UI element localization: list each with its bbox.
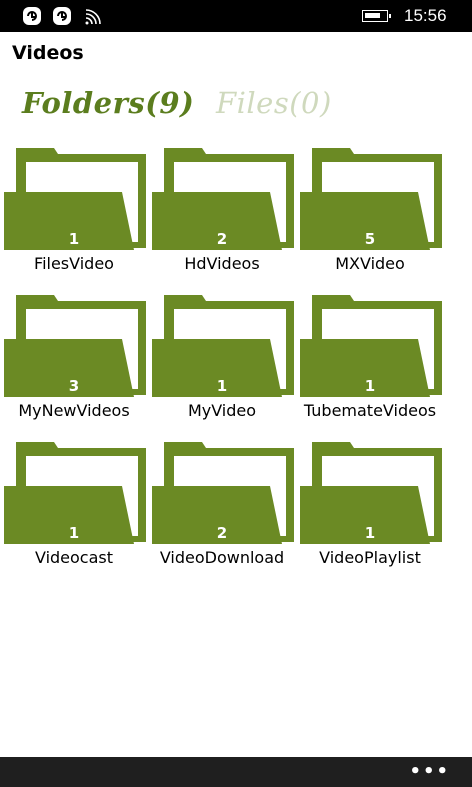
folder-count: 1 bbox=[216, 377, 228, 395]
folder-item[interactable]: 1 FilesVideo bbox=[0, 148, 148, 274]
tab-files[interactable]: Files(0) bbox=[216, 86, 332, 120]
more-options-button[interactable]: ••• bbox=[409, 761, 450, 782]
folder-count: 1 bbox=[68, 230, 80, 248]
clock: 15:56 bbox=[404, 6, 447, 25]
notification-icon bbox=[52, 6, 72, 26]
folder-item[interactable]: 2 HdVideos bbox=[148, 148, 296, 274]
folder-item[interactable]: 3 MyNewVideos bbox=[0, 295, 148, 421]
folder-name: MyVideo bbox=[187, 401, 257, 420]
folder-item[interactable]: 1 Videocast bbox=[0, 442, 148, 568]
folder-name: VideoPlaylist bbox=[319, 548, 421, 567]
notification-icon bbox=[22, 6, 42, 26]
folder-name: VideoDownload bbox=[159, 548, 285, 567]
folder-item[interactable]: 2 VideoDownload bbox=[148, 442, 296, 568]
folder-item[interactable]: 1 VideoPlaylist bbox=[296, 442, 444, 568]
battery-icon bbox=[362, 10, 391, 22]
folder-name: HdVideos bbox=[184, 254, 260, 273]
folder-item[interactable]: 1 MyVideo bbox=[148, 295, 296, 421]
folder-item[interactable]: 5 MXVideo bbox=[296, 148, 444, 274]
folder-count: 3 bbox=[68, 377, 80, 395]
page-title: Videos bbox=[12, 42, 84, 64]
folder-count: 2 bbox=[216, 230, 228, 248]
folder-item[interactable]: 1 TubemateVideos bbox=[296, 295, 444, 421]
folder-count: 1 bbox=[68, 524, 80, 542]
folder-name: FilesVideo bbox=[34, 254, 114, 273]
folder-name: MyNewVideos bbox=[18, 401, 130, 420]
folder-name: Videocast bbox=[34, 548, 114, 567]
folder-count: 1 bbox=[364, 524, 376, 542]
tab-folders[interactable]: Folders(9) bbox=[22, 86, 194, 120]
folder-count: 2 bbox=[216, 524, 228, 542]
app-bar: ••• bbox=[0, 757, 472, 787]
folder-count: 1 bbox=[364, 377, 376, 395]
folder-count: 5 bbox=[364, 230, 376, 248]
status-bar: 15:56 bbox=[0, 0, 472, 32]
folder-name: TubemateVideos bbox=[303, 401, 437, 420]
wifi-icon bbox=[84, 6, 104, 26]
folder-name: MXVideo bbox=[335, 254, 405, 273]
